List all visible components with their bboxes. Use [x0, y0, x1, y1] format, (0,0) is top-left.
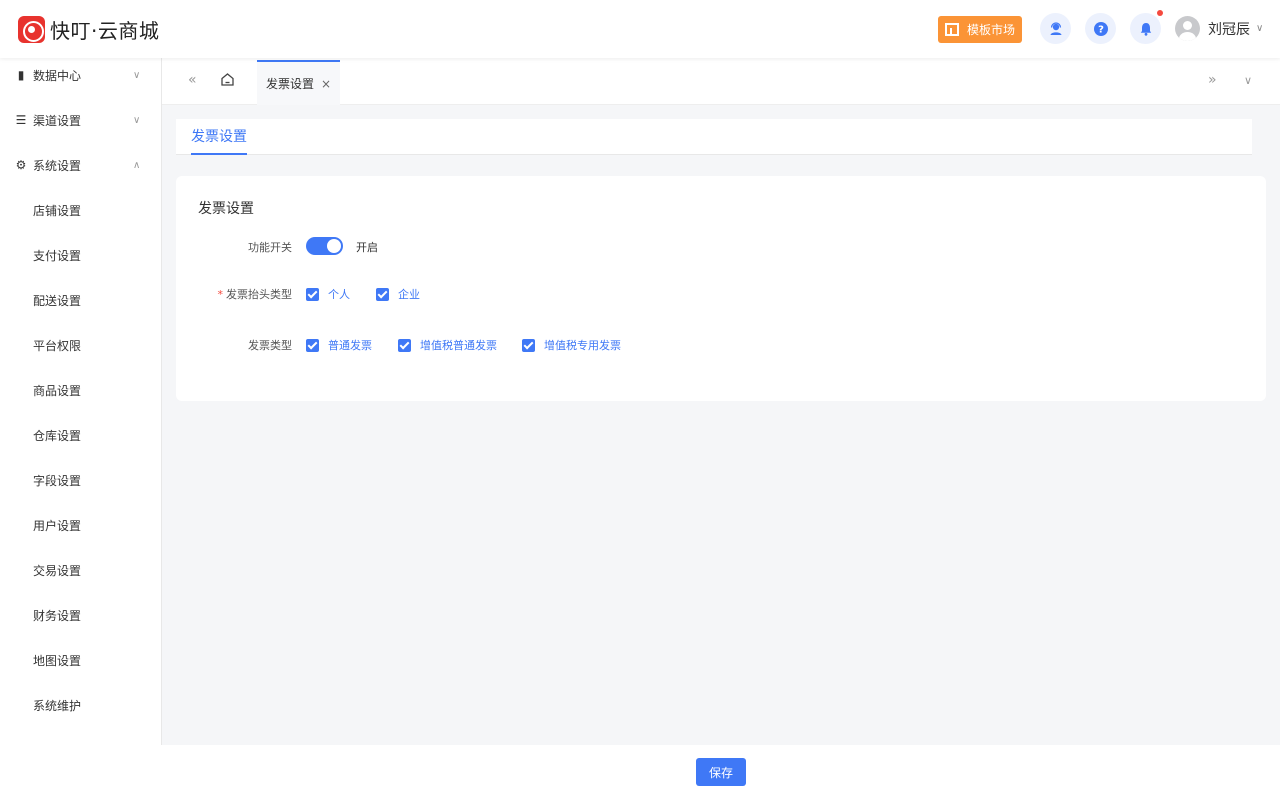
tab-invoice-settings[interactable]: 发票设置 ×: [257, 60, 340, 105]
checkbox-label: 个人: [328, 288, 350, 301]
chevron-down-icon: ∨: [1256, 23, 1264, 34]
checkbox-checked-icon: [306, 287, 319, 301]
sidebar-group-label: 系统设置: [33, 158, 82, 173]
checkbox-checked-icon: [398, 338, 411, 352]
sidebar: ▮ 数据中心 ∨ ☰ 渠道设置 ∨ ⚙ 系统设置 ∧ 店铺设置 支付设置 配送设…: [0, 58, 162, 745]
invoice-settings-card: 发票设置 功能开关 开启 * 发票抬头类型 个人 企业 发票类型 普通发票 增值税…: [176, 176, 1266, 401]
checkbox-normal-invoice[interactable]: 普通发票: [306, 337, 372, 353]
checkbox-checked-icon: [522, 338, 535, 352]
sidebar-group-data-center[interactable]: ▮ 数据中心 ∨: [0, 58, 161, 92]
sub-tabs: 发票设置: [176, 119, 1252, 155]
header-type-label-text: 发票抬头类型: [226, 288, 292, 301]
svg-text:?: ?: [1098, 24, 1104, 35]
sidebar-item-users[interactable]: 用户设置: [33, 517, 81, 534]
sub-tab-invoice-settings[interactable]: 发票设置: [191, 126, 247, 155]
home-icon-svg: [221, 73, 234, 86]
checkbox-label: 增值税专用发票: [544, 339, 621, 352]
sidebar-item-map[interactable]: 地图设置: [33, 652, 81, 669]
sidebar-group-channel[interactable]: ☰ 渠道设置 ∨: [0, 103, 161, 137]
user-menu[interactable]: 刘冠辰 ∨: [1175, 16, 1263, 41]
top-header: 快叮·云商城 模板市场 ? 刘冠辰 ∨: [0, 0, 1280, 58]
invoice-type-label: 发票类型: [248, 339, 292, 352]
checkbox-label: 企业: [398, 288, 420, 301]
help-button[interactable]: ?: [1085, 13, 1116, 44]
sidebar-group-label: 数据中心: [33, 68, 82, 83]
help-icon: ?: [1093, 21, 1108, 36]
feature-toggle[interactable]: [306, 237, 343, 255]
logo[interactable]: 快叮·云商城: [18, 15, 159, 44]
checkbox-enterprise[interactable]: 企业: [376, 286, 420, 302]
checkbox-checked-icon: [376, 287, 389, 301]
chevron-down-icon: ∨: [133, 69, 141, 81]
card-title: 发票设置: [198, 201, 254, 217]
sidebar-item-warehouse[interactable]: 仓库设置: [33, 427, 81, 444]
save-button[interactable]: 保存: [696, 758, 746, 786]
template-market-button[interactable]: 模板市场: [938, 16, 1022, 43]
chevron-down-icon: ∨: [133, 114, 141, 126]
home-icon[interactable]: [220, 72, 235, 91]
sidebar-item-shop[interactable]: 店铺设置: [33, 202, 81, 219]
user-support-icon: [1050, 21, 1061, 35]
sidebar-item-fields[interactable]: 字段设置: [33, 472, 81, 489]
checkbox-label: 普通发票: [328, 339, 372, 352]
checkbox-label: 增值税普通发票: [420, 339, 497, 352]
chevron-up-icon: ∧: [133, 159, 141, 171]
chevron-down-icon[interactable]: ∨: [1244, 74, 1252, 87]
logo-icon: [18, 16, 45, 43]
sidebar-item-trade[interactable]: 交易设置: [33, 562, 81, 579]
required-mark: *: [217, 288, 224, 301]
tabs-bar: « 发票设置 × » ∨: [162, 58, 1280, 105]
close-icon[interactable]: ×: [321, 77, 331, 91]
double-chevron-right-icon[interactable]: »: [1208, 72, 1217, 88]
footer-bar: 保存: [0, 745, 1280, 799]
layout-icon: [944, 23, 959, 36]
checkbox-vat-normal-invoice[interactable]: 增值税普通发票: [398, 337, 497, 353]
main-content: « 发票设置 × » ∨ 发票设置 发票设置 功能开关 开启 * 发票抬头类型 个…: [162, 58, 1280, 745]
sidebar-group-label: 渠道设置: [33, 113, 82, 128]
sidebar-item-permission[interactable]: 平台权限: [33, 337, 81, 354]
gear-icon: ⚙: [15, 158, 27, 172]
sidebar-item-maintenance[interactable]: 系统维护: [33, 697, 81, 714]
double-chevron-left-icon[interactable]: «: [188, 72, 197, 88]
switch-label: 功能开关: [248, 241, 292, 254]
bell-icon: [1140, 22, 1151, 36]
customer-service-button[interactable]: [1040, 13, 1071, 44]
list-icon: ☰: [15, 113, 27, 127]
checkbox-vat-special-invoice[interactable]: 增值税专用发票: [522, 337, 621, 353]
avatar: [1175, 16, 1200, 41]
notification-button[interactable]: [1130, 10, 1163, 44]
sidebar-item-delivery[interactable]: 配送设置: [33, 292, 81, 309]
notification-dot: [1157, 10, 1163, 16]
sidebar-group-system[interactable]: ⚙ 系统设置 ∧: [0, 148, 161, 182]
checkbox-personal[interactable]: 个人: [306, 286, 350, 302]
tab-label: 发票设置: [265, 77, 314, 91]
header-type-label: * 发票抬头类型: [218, 286, 293, 302]
template-market-label: 模板市场: [966, 23, 1015, 37]
sidebar-item-finance[interactable]: 财务设置: [33, 607, 81, 624]
logo-text: 快叮·云商城: [50, 19, 160, 43]
checkbox-checked-icon: [306, 338, 319, 352]
user-name: 刘冠辰: [1208, 21, 1250, 38]
switch-text: 开启: [356, 241, 378, 254]
sidebar-item-goods[interactable]: 商品设置: [33, 382, 81, 399]
sidebar-item-payment[interactable]: 支付设置: [33, 247, 81, 264]
bar-chart-icon: ▮: [17, 68, 25, 82]
